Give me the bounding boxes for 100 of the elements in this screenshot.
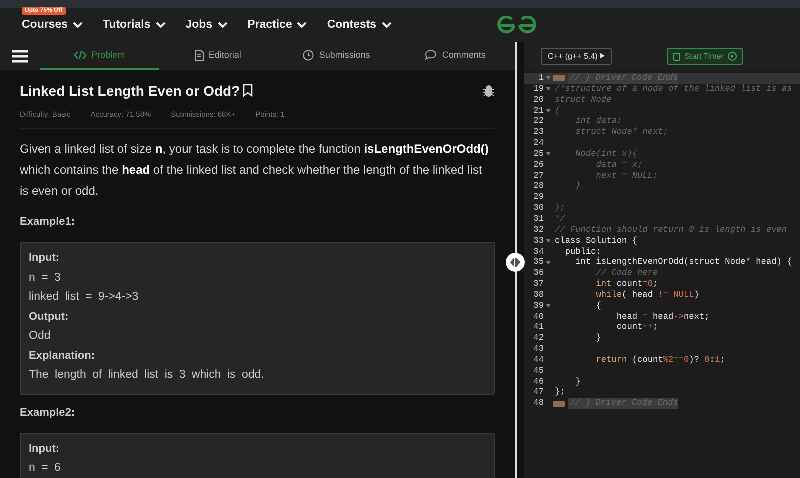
chevron-down-icon — [297, 22, 308, 28]
tab[interactable]: Submissions — [278, 42, 396, 70]
speech-bubble-icon — [425, 50, 438, 60]
line-number: 24 — [532, 138, 544, 149]
code-line: Node(int x){ — [574, 148, 638, 160]
clock-icon — [303, 50, 314, 60]
example-heading: Example2: — [20, 406, 76, 418]
start-timer-button[interactable]: Start Timer — [666, 48, 743, 64]
line-number: 43 — [532, 344, 544, 355]
fold-arrow-icon[interactable] — [546, 239, 551, 244]
chevron-down-icon — [156, 22, 166, 28]
line-number: 30 — [532, 203, 544, 214]
code-line: } — [595, 333, 602, 344]
fold-arrow-icon[interactable] — [546, 260, 551, 265]
play-icon — [728, 52, 737, 60]
logo-icon[interactable] — [497, 16, 537, 35]
code-line: int count=0; — [595, 279, 658, 290]
example-text: n = 6 — [29, 461, 62, 476]
line-number: 21 — [532, 106, 544, 116]
code-line: return (count%2==0)? 0:1; — [595, 354, 726, 366]
line-number: 22 — [532, 116, 544, 128]
line-number: 37 — [532, 279, 544, 290]
line-number: 33 — [532, 236, 544, 246]
code-line: head = head->next; — [616, 312, 710, 322]
line-number: 26 — [532, 160, 544, 171]
bug-icon[interactable] — [483, 84, 495, 96]
line-number: 48 — [532, 398, 544, 410]
code-line: int isLengthEvenOrOdd(struct Node* head) { — [574, 257, 792, 268]
line-number: 20 — [532, 94, 544, 106]
line-number: 39 — [532, 300, 544, 312]
example-text: n = 3 — [29, 270, 62, 286]
code-line: // Code here — [595, 268, 658, 280]
chevron-down-icon — [218, 22, 228, 28]
example-text: The length of linked list is 3 which is odd. — [29, 368, 266, 383]
example-heading: Example1: — [20, 216, 76, 228]
code-line: { — [554, 106, 560, 116]
language-dropdown[interactable]: C++ (g++ 5.4) — [541, 48, 612, 64]
problem-description: Given a linked list of size n, your task is to complete the function isLengthEvenOrOdd() which contains the head of the linked list and check whether the length of the linked list is even or odd. — [20, 141, 490, 200]
folded-code-marker-icon[interactable] — [553, 75, 565, 82]
nav-menu-item[interactable]: Courses — [22, 19, 84, 31]
fold-arrow-icon[interactable] — [546, 152, 551, 156]
code-line: next = NULL; — [595, 170, 658, 182]
fold-arrow-icon[interactable] — [546, 76, 551, 80]
folded-code-marker-icon[interactable] — [553, 400, 565, 407]
example-text: linked list = 9->4->3 — [29, 290, 140, 305]
line-number: 29 — [532, 192, 544, 204]
fold-arrow-icon[interactable] — [546, 304, 551, 308]
nav-menu-item[interactable]: Contests — [327, 19, 392, 31]
fold-arrow-icon[interactable] — [546, 87, 551, 92]
code-line: data = x; — [595, 160, 643, 171]
code-line: { — [595, 300, 602, 312]
nav-menu-item[interactable]: Tutorials — [103, 19, 166, 31]
code-line: // Function should return 0 is length is even — [554, 224, 788, 236]
line-number: 42 — [532, 333, 544, 344]
code-line: while( head != NULL) — [595, 290, 700, 301]
example-label: Input: — [29, 442, 61, 456]
code-line: class Solution { — [554, 236, 638, 246]
code-line: struct Node — [554, 94, 612, 106]
line-number: 40 — [532, 312, 544, 322]
code-line: int data; — [574, 116, 622, 128]
code-line: }; — [554, 203, 566, 214]
chevron-down-icon — [382, 22, 392, 28]
nav-menu-item[interactable]: Jobs — [186, 19, 228, 31]
tab[interactable]: Problem — [40, 42, 159, 70]
line-number: 41 — [532, 322, 544, 334]
line-number: 19 — [532, 84, 544, 95]
line-number: 23 — [532, 127, 544, 138]
line-number: 32 — [532, 224, 544, 236]
line-number: 27 — [532, 170, 544, 182]
split-arrows-icon — [510, 258, 521, 267]
line-number: 45 — [532, 366, 544, 377]
document-icon — [194, 50, 204, 60]
tab[interactable]: Comments — [396, 42, 515, 70]
line-number: 25 — [532, 148, 544, 160]
line-number: 1 — [538, 73, 544, 84]
code-line: }; — [554, 387, 566, 398]
problem-title: Linked List Length Even or Odd? — [20, 82, 240, 98]
line-number: 28 — [532, 181, 544, 192]
tab[interactable]: Editorial — [158, 42, 278, 70]
line-number: 38 — [532, 290, 544, 301]
code-line: } — [574, 376, 581, 388]
code-editor[interactable] — [524, 70, 800, 410]
line-number: 34 — [532, 246, 544, 258]
line-number: 31 — [532, 214, 544, 225]
line-number: 35 — [532, 257, 544, 268]
code-line: public: — [564, 246, 602, 258]
caret-icon — [600, 53, 605, 59]
example-text: Odd — [29, 329, 52, 344]
code-line: struct Node* next; — [574, 127, 668, 138]
menu-icon[interactable] — [12, 50, 28, 62]
chevron-down-icon — [73, 22, 84, 28]
line-number: 46 — [532, 376, 544, 388]
nav-menu-item[interactable]: Practice — [248, 19, 308, 31]
resize-handle[interactable] — [506, 253, 525, 272]
line-number: 44 — [532, 354, 544, 366]
code-line: } — [574, 181, 581, 192]
line-number: 47 — [532, 387, 544, 398]
code-icon — [74, 50, 87, 60]
fold-arrow-icon[interactable] — [546, 108, 551, 113]
bookmark-icon[interactable] — [243, 84, 254, 97]
